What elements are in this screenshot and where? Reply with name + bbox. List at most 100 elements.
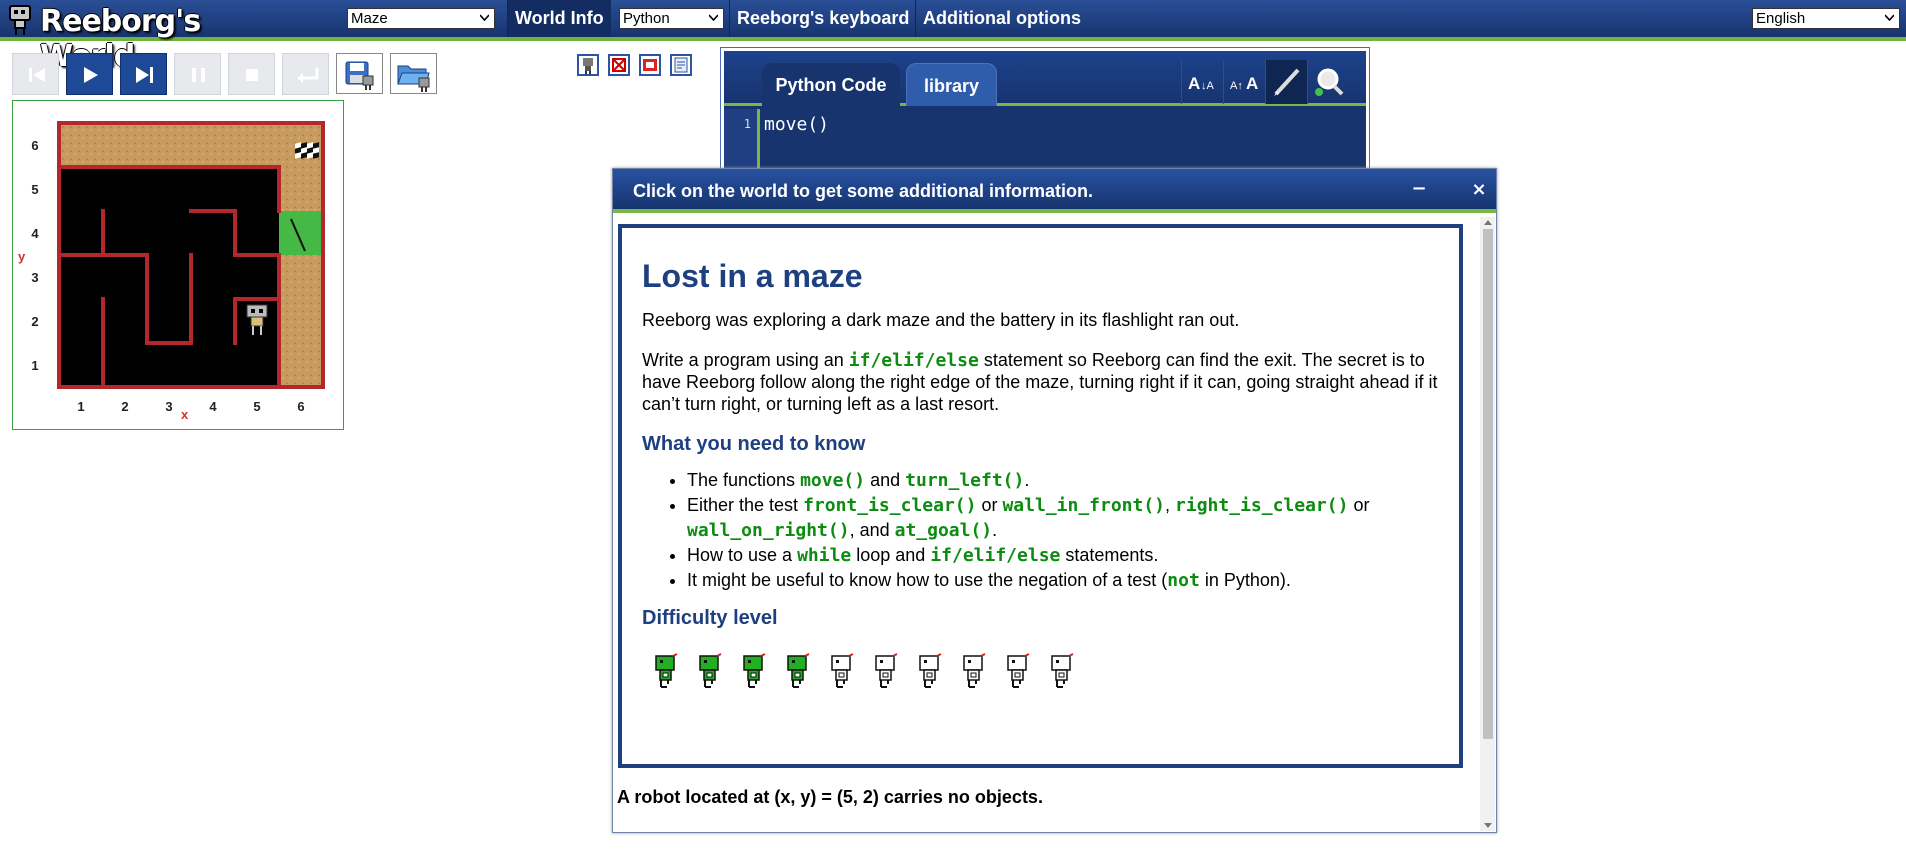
step-button[interactable]	[120, 53, 167, 95]
list-item: The functions move() and turn_left().	[687, 468, 1439, 493]
y-tick-label: 6	[31, 138, 38, 153]
text: , and	[849, 520, 895, 540]
tab-python-code-label: Python Code	[775, 75, 887, 95]
additional-options-button[interactable]: Additional options	[915, 0, 1088, 37]
save-program-button[interactable]	[336, 53, 383, 94]
robot-eye	[251, 309, 255, 313]
list-item: Either the test front_is_clear() or wall…	[687, 493, 1439, 543]
svg-text:A: A	[1246, 74, 1258, 93]
world-select-value: Maze	[351, 10, 388, 27]
maze-world[interactable]: 1 2 3 4 5 6 1 2 3 4 5 6 x y	[13, 101, 345, 431]
x-axis-label: x	[181, 407, 189, 422]
code-keyword: while	[797, 545, 852, 566]
svg-text:A↑: A↑	[1230, 80, 1243, 92]
difficulty-heading: Difficulty level	[642, 607, 778, 629]
highlight-toggle-button[interactable]	[608, 54, 630, 76]
text: Write a program using an	[642, 350, 849, 370]
tab-library[interactable]: library	[906, 63, 997, 106]
y-tick-label: 3	[31, 270, 38, 285]
x-tick-label: 6	[297, 399, 304, 414]
robot-leg	[252, 326, 254, 335]
return-icon	[297, 68, 319, 83]
ui-language-select[interactable]: English	[1752, 8, 1900, 29]
close-button[interactable]: ×	[1468, 179, 1490, 201]
text: The functions	[687, 470, 801, 490]
scrollbar-thumb[interactable]	[1483, 229, 1493, 739]
difficulty-robot-empty-icon	[831, 653, 854, 688]
y-tick-label: 1	[31, 358, 38, 373]
description-intro: Reeborg was exploring a dark maze and th…	[642, 310, 1240, 330]
svg-text:A: A	[1188, 74, 1200, 93]
y-axis-ticks: 1 2 3 4 5 6	[31, 138, 39, 373]
dialog-title-bar[interactable]: Click on the world to get some additiona…	[613, 169, 1496, 213]
robot-highlight-icon	[612, 58, 626, 72]
stop-button[interactable]	[228, 53, 275, 95]
code-keyword: turn_left()	[905, 470, 1025, 491]
pen-icon	[1274, 68, 1300, 96]
world-description: Lost in a maze Reeborg was exploring a d…	[618, 224, 1463, 768]
minimize-icon: −	[1411, 178, 1427, 199]
highlight-toggle-button[interactable]	[1265, 60, 1307, 104]
svg-text:↓A: ↓A	[1201, 80, 1215, 92]
scroll-down-icon[interactable]	[1484, 823, 1492, 828]
difficulty-robot-empty-icon	[1051, 653, 1074, 688]
code-line[interactable]: move()	[764, 114, 829, 135]
run-button[interactable]	[66, 53, 113, 95]
world-select[interactable]: Maze	[347, 8, 495, 29]
text: or	[1348, 495, 1370, 515]
world-info-edit-button[interactable]	[670, 54, 692, 76]
world-edit-icon	[643, 59, 657, 71]
code-keyword: right_is_clear()	[1175, 495, 1349, 516]
description-heading: Lost in a maze	[642, 258, 863, 294]
robot-body	[250, 316, 264, 327]
x-tick-label: 2	[121, 399, 128, 414]
decrease-font-button[interactable]: A ↓A	[1181, 60, 1223, 104]
tab-library-label: library	[923, 76, 980, 96]
chevron-down-icon	[1885, 14, 1894, 21]
world-info-dialog: Click on the world to get some additiona…	[612, 168, 1497, 833]
text: or	[976, 495, 1003, 515]
status-text: A robot located at (x, y) = (5, 2) carri…	[617, 787, 1043, 807]
keyboard-button[interactable]: Reeborg's keyboard	[729, 0, 916, 37]
additional-options-label: Additional options	[923, 8, 1081, 28]
chevron-down-icon	[709, 14, 718, 21]
watch-variables-button[interactable]	[1307, 60, 1349, 104]
play-icon	[84, 67, 98, 83]
pause-icon	[192, 68, 205, 82]
description-task: Write a program using an if/elif/else st…	[642, 349, 1439, 415]
difficulty-robot-empty-icon	[963, 653, 986, 688]
x-tick-label: 4	[209, 399, 217, 414]
text: .	[992, 520, 998, 540]
world-info-button[interactable]: World Info	[507, 0, 611, 37]
world-info-label: World Info	[515, 8, 604, 28]
text: and	[865, 470, 906, 490]
reeborg-logo-icon	[9, 5, 31, 35]
y-tick-label: 5	[31, 182, 38, 197]
text: in Python).	[1199, 570, 1291, 590]
text: statements.	[1060, 545, 1159, 565]
dialog-scrollbar[interactable]	[1480, 217, 1495, 831]
reload-button[interactable]	[12, 53, 59, 95]
close-icon: ×	[1471, 179, 1487, 200]
scroll-up-icon[interactable]	[1484, 220, 1492, 225]
reverse-step-button[interactable]	[282, 53, 329, 95]
robot-options-button[interactable]	[577, 54, 599, 76]
editor-tab-bar: Python Code library A ↓A A↑ A	[724, 51, 1366, 106]
minimize-button[interactable]: −	[1408, 179, 1430, 201]
tab-python-code[interactable]: Python Code	[762, 63, 900, 106]
pause-button[interactable]	[174, 53, 221, 95]
code-keyword: move()	[800, 470, 866, 491]
text: ,	[1165, 495, 1176, 515]
world-options-button[interactable]	[639, 54, 661, 76]
need-to-know-list: The functions move() and turn_left(). Ei…	[687, 468, 1439, 593]
load-program-button[interactable]	[390, 53, 437, 94]
increase-font-button[interactable]: A↑ A	[1223, 60, 1265, 104]
difficulty-robot-filled-icon	[699, 653, 722, 688]
line-number: 1	[743, 117, 751, 131]
text: loop and	[851, 545, 931, 565]
world-canvas[interactable]: 1 2 3 4 5 6 1 2 3 4 5 6 x y	[12, 100, 344, 430]
code-editor[interactable]: Python Code library A ↓A A↑ A 1 move()	[724, 51, 1366, 179]
text: .	[1024, 470, 1030, 490]
programming-language-select[interactable]: Python	[619, 8, 724, 29]
x-tick-label: 1	[77, 399, 84, 414]
